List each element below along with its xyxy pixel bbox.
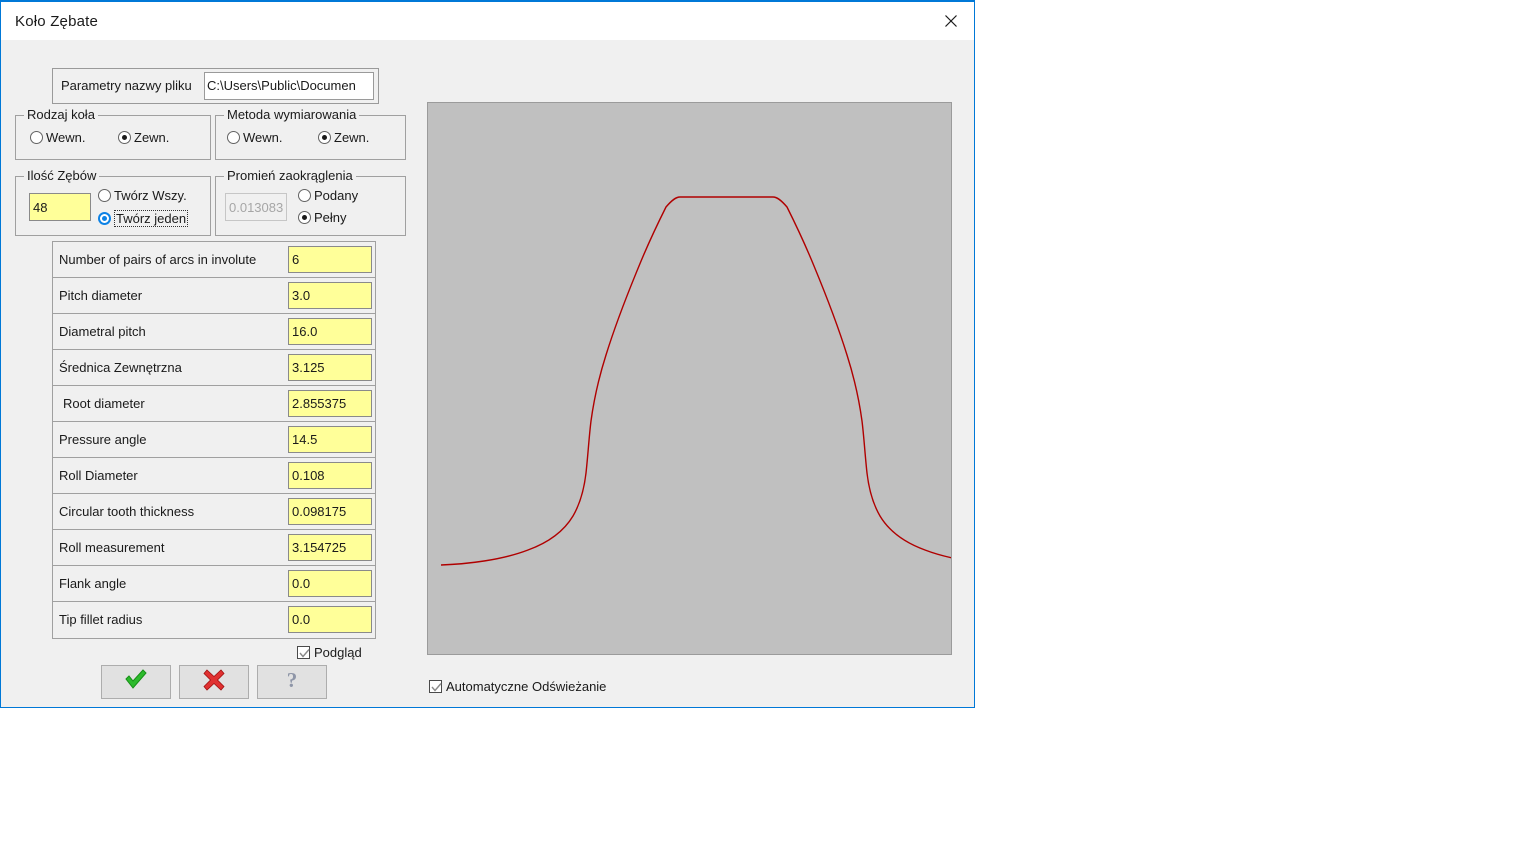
parameter-label: Pitch diameter (59, 288, 143, 303)
parameter-label: Diametral pitch (59, 324, 146, 339)
checkbox-indicator (429, 680, 442, 693)
radio-create-all[interactable]: Twórz Wszy. (98, 188, 187, 203)
gear-tooth-profile-svg (440, 196, 951, 566)
parameter-value-input[interactable]: 6 (288, 246, 372, 273)
dimensioning-method-group: Metoda wymiarowania Wewn. Zewn. (215, 107, 406, 160)
fillet-radius-group: Promień zaokrąglenia 0.013083 Podany Peł… (215, 168, 406, 236)
radio-indicator (318, 131, 331, 144)
teeth-count-input[interactable]: 48 (29, 193, 91, 221)
ok-button[interactable] (101, 665, 171, 699)
parameter-label: Circular tooth thickness (59, 504, 195, 519)
parameters-table: Number of pairs of arcs in involute 6 Pi… (52, 241, 376, 639)
table-row: Tip fillet radius 0.0 (53, 602, 375, 638)
table-row: Pitch diameter 3.0 (53, 278, 375, 314)
parameter-value-input[interactable]: 0.108 (288, 462, 372, 489)
wheel-type-group: Rodzaj koła Wewn. Zewn. (15, 107, 211, 160)
svg-text:?: ? (287, 668, 298, 692)
green-check-icon (123, 668, 149, 697)
radio-label: Twórz jeden (114, 210, 189, 227)
radio-wheel-type-internal[interactable]: Wewn. (30, 130, 86, 145)
radio-create-one[interactable]: Twórz jeden (98, 210, 189, 227)
parameter-value-input[interactable]: 3.125 (288, 354, 372, 381)
parameter-label: Flank angle (59, 576, 127, 591)
close-icon (944, 14, 958, 28)
table-row: Roll measurement 3.154725 (53, 530, 375, 566)
radio-label: Zewn. (134, 130, 170, 145)
red-cross-icon (202, 668, 226, 697)
close-button[interactable] (928, 2, 974, 40)
question-mark-icon: ? (281, 668, 303, 697)
radio-fillet-full[interactable]: Pełny (298, 210, 347, 225)
parameter-label: Number of pairs of arcs in involute (59, 252, 257, 267)
preview-checkbox-label: Podgląd (314, 645, 362, 660)
radio-indicator (98, 212, 111, 225)
teeth-count-group-label: Ilość Zębów (24, 168, 100, 183)
auto-refresh-checkbox[interactable]: Automatyczne Odświeżanie (429, 679, 606, 694)
parameter-label: Tip fillet radius (59, 612, 143, 627)
radio-label: Zewn. (334, 130, 370, 145)
parameter-label: Pressure angle (59, 432, 147, 447)
table-row: Root diameter 2.855375 (53, 386, 375, 422)
file-parameters-box: Parametry nazwy pliku C:\Users\Public\Do… (52, 68, 379, 104)
auto-refresh-checkbox-label: Automatyczne Odświeżanie (446, 679, 607, 694)
table-row: Flank angle 0.0 (53, 566, 375, 602)
parameter-value-input[interactable]: 0.098175 (288, 498, 372, 525)
table-row: Diametral pitch 16.0 (53, 314, 375, 350)
radio-indicator (227, 131, 240, 144)
radio-indicator (298, 211, 311, 224)
cancel-button[interactable] (179, 665, 249, 699)
table-row: Circular tooth thickness 0.098175 (53, 494, 375, 530)
radio-dimensioning-internal[interactable]: Wewn. (227, 130, 283, 145)
checkbox-indicator (297, 646, 310, 659)
help-button[interactable]: ? (257, 665, 327, 699)
teeth-count-group: Ilość Zębów 48 Twórz Wszy. Twórz jeden (15, 168, 211, 236)
parameter-label: Roll measurement (59, 540, 165, 555)
parameter-value-input[interactable]: 2.855375 (288, 390, 372, 417)
parameter-label: Root diameter (63, 396, 145, 411)
radio-indicator (118, 131, 131, 144)
radio-label: Twórz Wszy. (114, 188, 187, 203)
fillet-radius-input[interactable]: 0.013083 (225, 193, 287, 221)
parameter-value-input[interactable]: 14.5 (288, 426, 372, 453)
dimensioning-method-group-label: Metoda wymiarowania (224, 107, 360, 122)
table-row: Number of pairs of arcs in involute 6 (53, 242, 375, 278)
window-title: Koło Zębate (15, 13, 99, 30)
preview-checkbox[interactable]: Podgląd (297, 645, 362, 660)
radio-label: Podany (314, 188, 359, 203)
file-path-input[interactable]: C:\Users\Public\Documen (204, 72, 374, 100)
parameter-value-input[interactable]: 0.0 (288, 570, 372, 597)
wheel-type-group-label: Rodzaj koła (24, 107, 98, 122)
radio-label: Wewn. (46, 130, 86, 145)
radio-dimensioning-external[interactable]: Zewn. (318, 130, 369, 145)
title-bar: Koło Zębate (1, 0, 974, 40)
table-row: Pressure angle 14.5 (53, 422, 375, 458)
radio-label: Wewn. (243, 130, 283, 145)
gear-dialog-window: Koło Zębate Parametry nazwy pliku C:\Use… (0, 0, 975, 708)
gear-tooth-preview (427, 102, 952, 655)
parameter-value-input[interactable]: 0.0 (288, 606, 372, 633)
parameter-value-input[interactable]: 3.154725 (288, 534, 372, 561)
radio-wheel-type-external[interactable]: Zewn. (118, 130, 169, 145)
fillet-radius-group-label: Promień zaokrąglenia (224, 168, 356, 183)
radio-label: Pełny (314, 210, 347, 225)
radio-fillet-given[interactable]: Podany (298, 188, 358, 203)
table-row: Roll Diameter 0.108 (53, 458, 375, 494)
parameter-value-input[interactable]: 16.0 (288, 318, 372, 345)
radio-indicator (298, 189, 311, 202)
table-row: Średnica Zewnętrzna 3.125 (53, 350, 375, 386)
parameter-value-input[interactable]: 3.0 (288, 282, 372, 309)
radio-indicator (30, 131, 43, 144)
radio-indicator (98, 189, 111, 202)
parameter-label: Roll Diameter (59, 468, 138, 483)
file-parameters-label: Parametry nazwy pliku (61, 78, 192, 93)
parameter-label: Średnica Zewnętrzna (59, 360, 182, 375)
